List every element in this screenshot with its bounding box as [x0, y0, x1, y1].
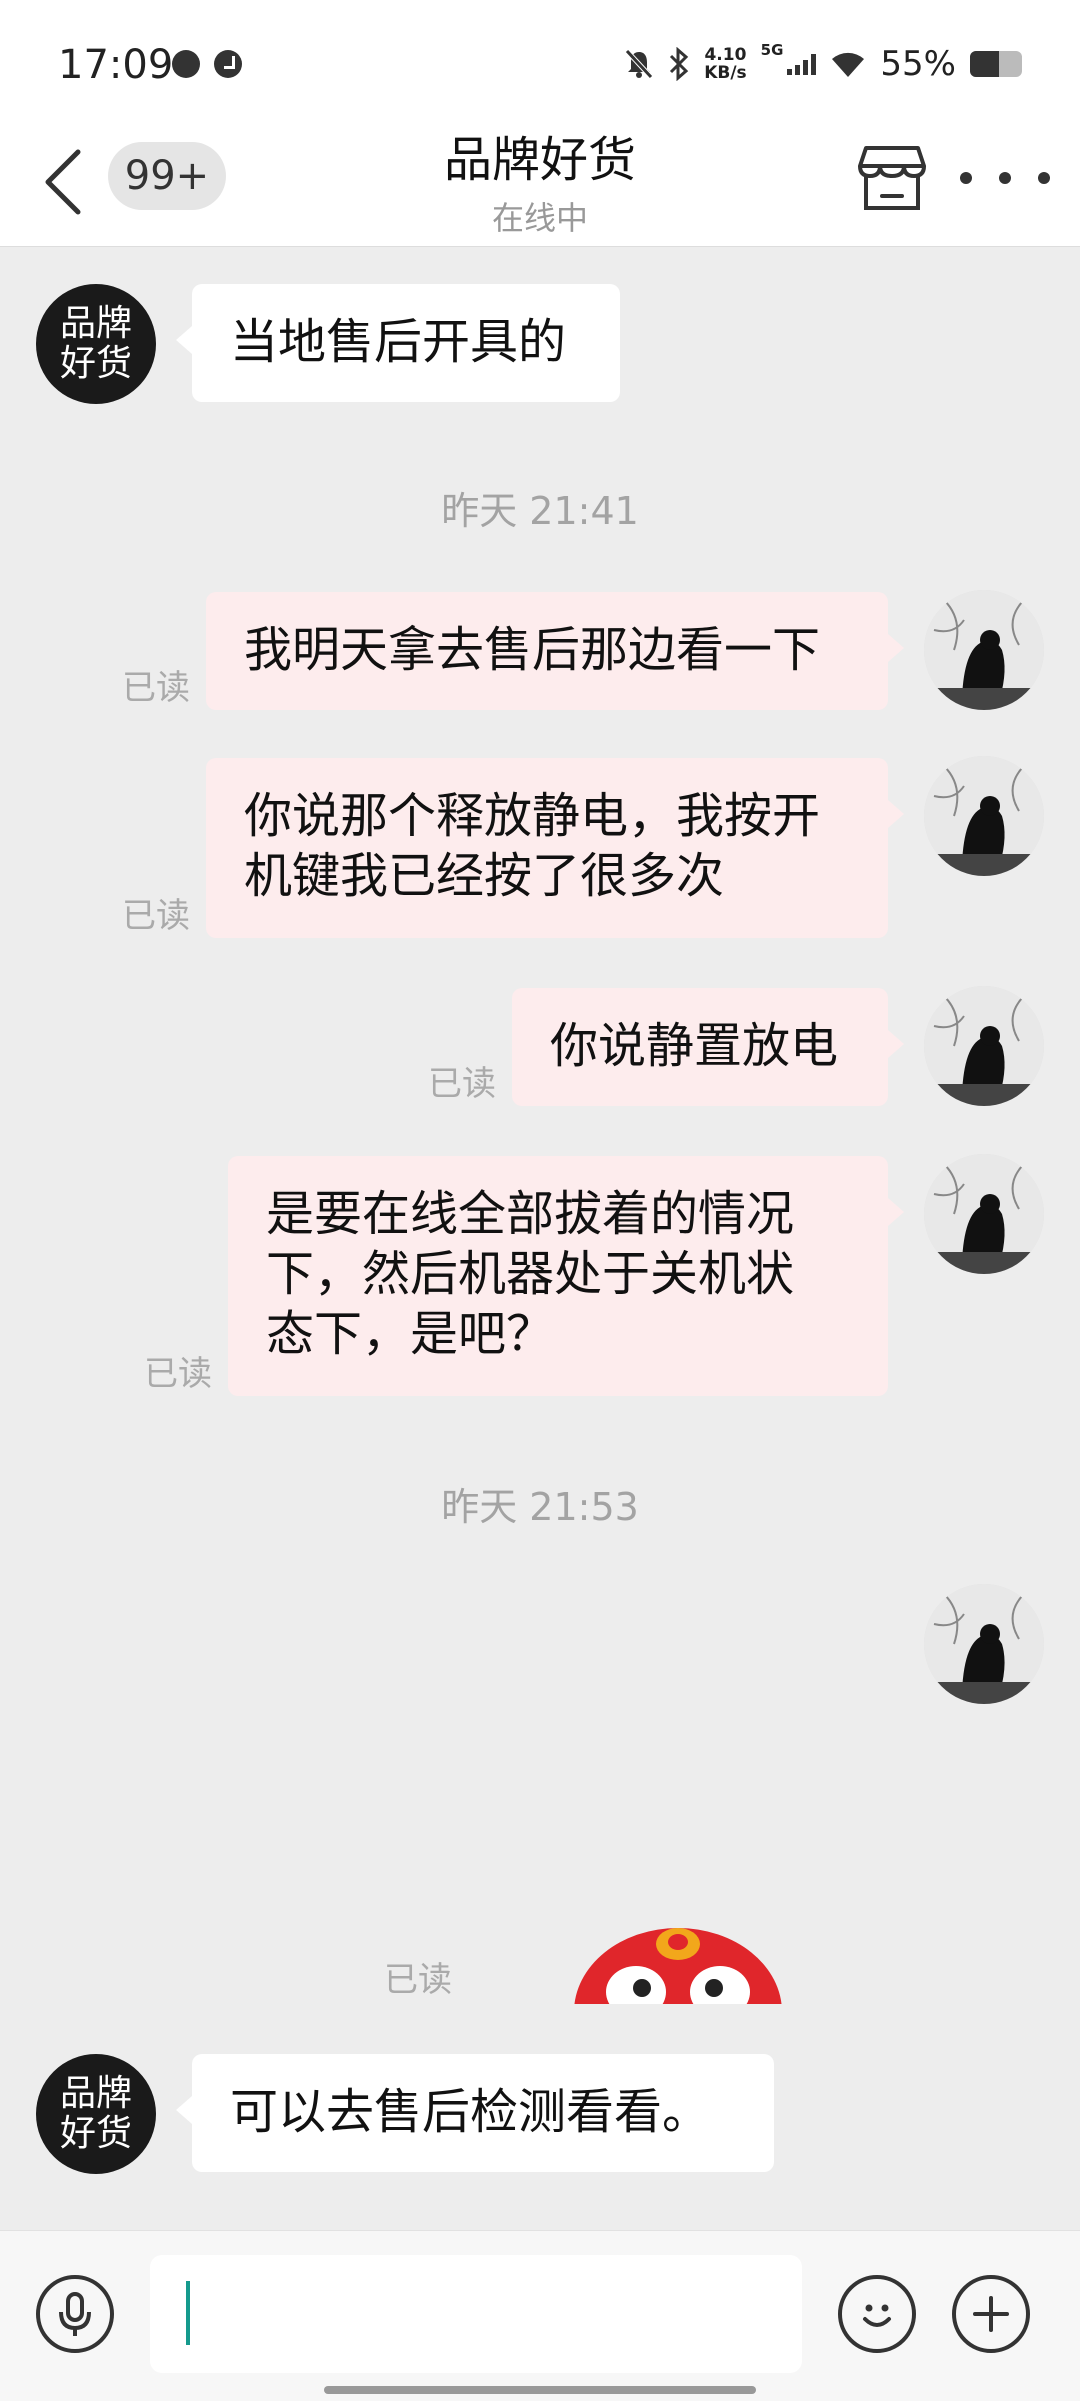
microphone-icon — [59, 2292, 91, 2336]
user-avatar-image — [924, 986, 1044, 1106]
speed-value: 4.10 — [704, 45, 747, 65]
user-avatar-image — [924, 1154, 1044, 1274]
message-text-line: 是要在线全部拔着的情况 — [266, 1186, 795, 1242]
message-text: 可以去售后检测看看。 — [230, 2084, 711, 2140]
shop-avatar-line1: 品牌 — [59, 2073, 132, 2114]
user-avatar-image — [924, 1584, 1044, 1704]
read-receipt: 已读 — [428, 1064, 496, 1104]
message-bubble-outgoing[interactable]: 是要在线全部拔着的情况 下，然后机器处于关机状 态下，是吧？ — [228, 1156, 904, 1396]
read-receipt: 已读 — [122, 668, 190, 708]
bird-sticker-icon — [574, 1928, 782, 2004]
user-avatar[interactable] — [924, 986, 1044, 1106]
shop-avatar[interactable]: 品牌 好货 — [36, 2054, 156, 2174]
plus-icon — [973, 2296, 1009, 2332]
message-bubble-outgoing[interactable]: 我明天拿去售后那边看一下 — [206, 592, 904, 710]
message-text: 你说静置放电 — [550, 1018, 839, 1074]
voice-button[interactable] — [36, 2275, 114, 2353]
user-avatar[interactable] — [924, 590, 1044, 710]
message-timestamp: 昨天 21:41 — [441, 489, 639, 533]
message-bubble-outgoing[interactable]: 你说静置放电 — [512, 988, 904, 1106]
status-right-icons: 4.10 KB/s 5G 55% — [624, 41, 1022, 84]
message-text-line: 下，然后机器处于关机状 — [266, 1246, 795, 1302]
message-text-line: 机键我已经按了很多次 — [244, 848, 725, 904]
message-text-line: 你说那个释放静电，我按开 — [244, 788, 821, 844]
more-horizontal-icon — [960, 172, 972, 184]
battery-fill — [970, 51, 999, 77]
user-avatar-image — [924, 590, 1044, 710]
network-speed: 4.10 KB/s — [704, 46, 746, 82]
message-bubble-incoming[interactable]: 当地售后开具的 — [176, 284, 620, 402]
sticker-message[interactable] — [572, 1922, 784, 2004]
status-left-icons — [172, 50, 242, 78]
emoji-button[interactable] — [838, 2275, 916, 2353]
status-time: 17:09 — [58, 42, 174, 88]
timer-icon — [214, 50, 242, 78]
read-receipt: 已读 — [144, 1354, 212, 1394]
signal-icon — [787, 53, 817, 75]
shop-avatar-line2: 好货 — [59, 2113, 132, 2154]
text-caret — [186, 2281, 190, 2345]
speed-unit: KB/s — [704, 63, 747, 83]
battery-percent: 55% — [880, 44, 956, 84]
message-text-line: 态下，是吧？ — [266, 1306, 555, 1362]
user-avatar[interactable] — [924, 1154, 1044, 1274]
message-input[interactable] — [150, 2255, 802, 2373]
message-text: 当地售后开具的 — [230, 314, 567, 370]
shop-button[interactable] — [856, 144, 928, 212]
battery-icon — [970, 51, 1022, 77]
shop-avatar[interactable]: 品牌 好货 — [36, 284, 156, 404]
wifi-icon — [832, 52, 865, 77]
more-button[interactable] — [960, 168, 1050, 188]
input-bar — [0, 2230, 1080, 2401]
message-text: 我明天拿去售后那边看一下 — [244, 622, 821, 678]
shop-avatar-line2: 好货 — [59, 343, 132, 384]
mute-icon — [625, 49, 654, 79]
bluetooth-icon — [670, 47, 689, 81]
user-avatar[interactable] — [924, 756, 1044, 876]
read-receipt: 已读 — [122, 896, 190, 936]
chat-header: 99+ 品牌好货 在线中 — [0, 120, 1080, 247]
network-type: 5G — [760, 41, 784, 59]
store-icon — [858, 146, 926, 210]
message-bubble-incoming[interactable]: 可以去售后检测看看。 — [176, 2054, 774, 2172]
message-bubble-outgoing[interactable]: 你说那个释放静电，我按开 机键我已经按了很多次 — [206, 758, 904, 938]
user-avatar-image — [924, 756, 1044, 876]
smiley-icon — [863, 2304, 891, 2327]
shop-avatar-line1: 品牌 — [59, 303, 132, 344]
home-indicator[interactable] — [324, 2386, 756, 2394]
status-bar: 17:09 4.10 KB/s 5G 55% — [0, 0, 1080, 120]
user-avatar[interactable] — [924, 1584, 1044, 1704]
more-actions-button[interactable] — [952, 2275, 1030, 2353]
location-icon — [172, 50, 200, 78]
message-timestamp: 昨天 21:53 — [441, 1485, 639, 1529]
read-receipt: 已读 — [384, 1960, 452, 2000]
